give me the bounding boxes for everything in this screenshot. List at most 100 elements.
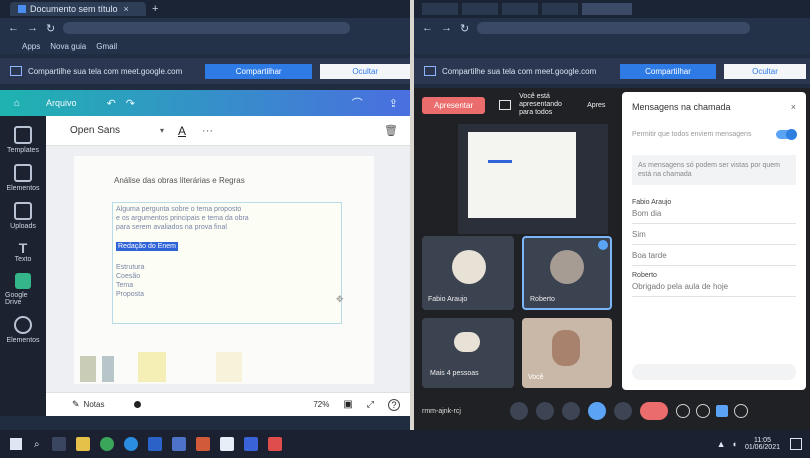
taskbar: ⌕ ▲ ◖ 11:05 01/06/2021 — [0, 430, 810, 458]
help-icon[interactable]: ? — [388, 398, 400, 411]
self-video-tile[interactable]: Você — [522, 318, 612, 388]
participant-name: Você — [528, 374, 544, 381]
word-icon[interactable] — [147, 437, 162, 451]
chrome-icon[interactable] — [99, 437, 114, 451]
sidebar-item-uploads[interactable]: Uploads — [5, 202, 41, 230]
volume-icon[interactable]: ◖ — [732, 439, 737, 449]
store-icon[interactable] — [171, 437, 186, 451]
notes-button[interactable]: Notas — [84, 400, 105, 409]
close-icon[interactable]: × — [791, 102, 796, 112]
info-icon[interactable] — [676, 404, 690, 418]
sidebar-item-templates[interactable]: Templates — [5, 126, 41, 154]
design-page[interactable]: Análise das obras literárias e Regras Al… — [74, 156, 374, 384]
notes-icon[interactable]: ✎ — [72, 399, 80, 410]
hide-button[interactable]: Ocultar — [320, 63, 410, 79]
text-line: Alguma pergunta sobre o tema proposto — [116, 206, 242, 213]
file-explorer-icon[interactable] — [75, 437, 90, 451]
page-view-icon[interactable]: ▣ — [343, 399, 352, 410]
url-field[interactable] — [477, 22, 750, 34]
chat-toggle[interactable] — [776, 129, 797, 140]
attach-icon[interactable]: ⌒ — [352, 95, 363, 111]
browser-tab[interactable] — [542, 3, 578, 15]
edge-icon[interactable] — [123, 437, 138, 451]
shared-screen-preview[interactable] — [458, 124, 608, 234]
tab-close-icon[interactable]: × — [124, 4, 129, 14]
font-family-select[interactable]: Open Sans — [70, 125, 160, 136]
mail-icon[interactable] — [219, 437, 234, 451]
chat-icon[interactable] — [716, 405, 728, 417]
sidebar-item-text[interactable]: T Texto — [5, 240, 41, 263]
fullscreen-icon[interactable]: ⤢ — [367, 399, 374, 410]
participant-tile[interactable]: Mais 4 pessoas — [422, 318, 514, 388]
browser-tab[interactable] — [422, 3, 458, 15]
sidebar-label: Google Drive — [5, 292, 28, 306]
end-call-button[interactable] — [640, 402, 668, 420]
sidebar-item-elements[interactable]: Elementos — [5, 164, 41, 192]
bookmark-gmail[interactable]: Gmail — [96, 42, 117, 51]
search-icon[interactable]: ⌕ — [34, 439, 40, 450]
zoom-slider-knob[interactable] — [134, 401, 142, 408]
share-button[interactable]: Compartilhar — [620, 63, 716, 79]
highlighted-text: Redação do Enem — [116, 242, 178, 251]
image-thumbnail[interactable] — [138, 352, 166, 382]
task-view-icon[interactable] — [51, 437, 66, 451]
home-icon[interactable]: ⌂ — [14, 98, 20, 109]
redo-icon[interactable]: ↷ — [126, 97, 135, 110]
powerpoint-icon[interactable] — [195, 437, 210, 451]
activities-icon[interactable] — [734, 404, 748, 418]
text-color-icon[interactable]: A — [178, 124, 186, 138]
camera-icon[interactable] — [536, 402, 554, 420]
network-icon[interactable]: ▲ — [717, 439, 726, 449]
reload-icon[interactable]: ↻ — [460, 22, 469, 35]
chevron-down-icon[interactable]: ▾ — [160, 126, 164, 135]
preview-content — [468, 132, 576, 218]
back-icon[interactable]: ← — [422, 22, 433, 34]
sidebar-item-more[interactable]: Elementos — [5, 316, 41, 344]
image-thumbnail[interactable] — [216, 352, 242, 382]
bookmarks-bar — [414, 38, 810, 54]
new-tab-button[interactable]: + — [152, 3, 158, 15]
browser-tab[interactable] — [462, 3, 498, 15]
clock[interactable]: 11:05 01/06/2021 — [745, 437, 780, 451]
notifications-icon[interactable] — [790, 438, 802, 450]
more-options-icon[interactable] — [614, 402, 632, 420]
forward-icon[interactable]: → — [27, 22, 38, 34]
participant-tile[interactable]: Fabio Araujo — [422, 236, 514, 310]
bookmark-nova-guia[interactable]: Nova guia — [50, 42, 86, 51]
reload-icon[interactable]: ↻ — [46, 22, 55, 35]
more-options-icon[interactable]: ··· — [202, 125, 213, 137]
browser-tab[interactable]: Documento sem título × — [10, 2, 146, 16]
browser-tab[interactable] — [502, 3, 538, 15]
browser-tab[interactable] — [582, 3, 632, 15]
sidebar-item-drive[interactable]: Google Drive — [5, 273, 41, 306]
forward-icon[interactable]: → — [441, 22, 452, 34]
image-thumbnail[interactable] — [102, 356, 114, 382]
hide-button[interactable]: Ocultar — [724, 63, 806, 79]
url-field[interactable] — [63, 22, 350, 34]
chat-sender: Roberto — [632, 272, 657, 279]
undo-icon[interactable]: ↶ — [107, 97, 116, 110]
file-menu[interactable]: Arquivo — [46, 98, 77, 108]
mic-icon[interactable] — [510, 402, 528, 420]
people-icon[interactable] — [696, 404, 710, 418]
resize-handle-icon[interactable]: ✥ — [336, 294, 344, 305]
present-button[interactable]: Apresentar — [422, 96, 486, 114]
raise-hand-icon[interactable] — [562, 402, 580, 420]
chat-input[interactable] — [632, 364, 796, 380]
back-icon[interactable]: ← — [8, 22, 19, 34]
share-button[interactable]: Compartilhar — [204, 63, 313, 79]
share-upload-icon[interactable]: ⇪ — [389, 97, 398, 110]
participant-tile-active[interactable]: Roberto — [522, 236, 612, 310]
windows-start-icon[interactable] — [10, 438, 22, 450]
upload-icon — [14, 202, 32, 220]
delete-icon[interactable]: 🗑 — [384, 124, 398, 137]
app-icon[interactable] — [267, 437, 282, 451]
list-item: Tema — [116, 282, 134, 289]
bookmark-apps[interactable]: Apps — [22, 42, 40, 51]
image-thumbnail[interactable] — [80, 356, 96, 382]
app-icon[interactable] — [243, 437, 258, 451]
zoom-level[interactable]: 72% — [313, 400, 329, 409]
text-box[interactable]: Alguma pergunta sobre o tema proposto e … — [112, 202, 342, 324]
present-now-icon[interactable] — [588, 402, 606, 420]
tab-strip: Documento sem título × + — [0, 0, 410, 18]
